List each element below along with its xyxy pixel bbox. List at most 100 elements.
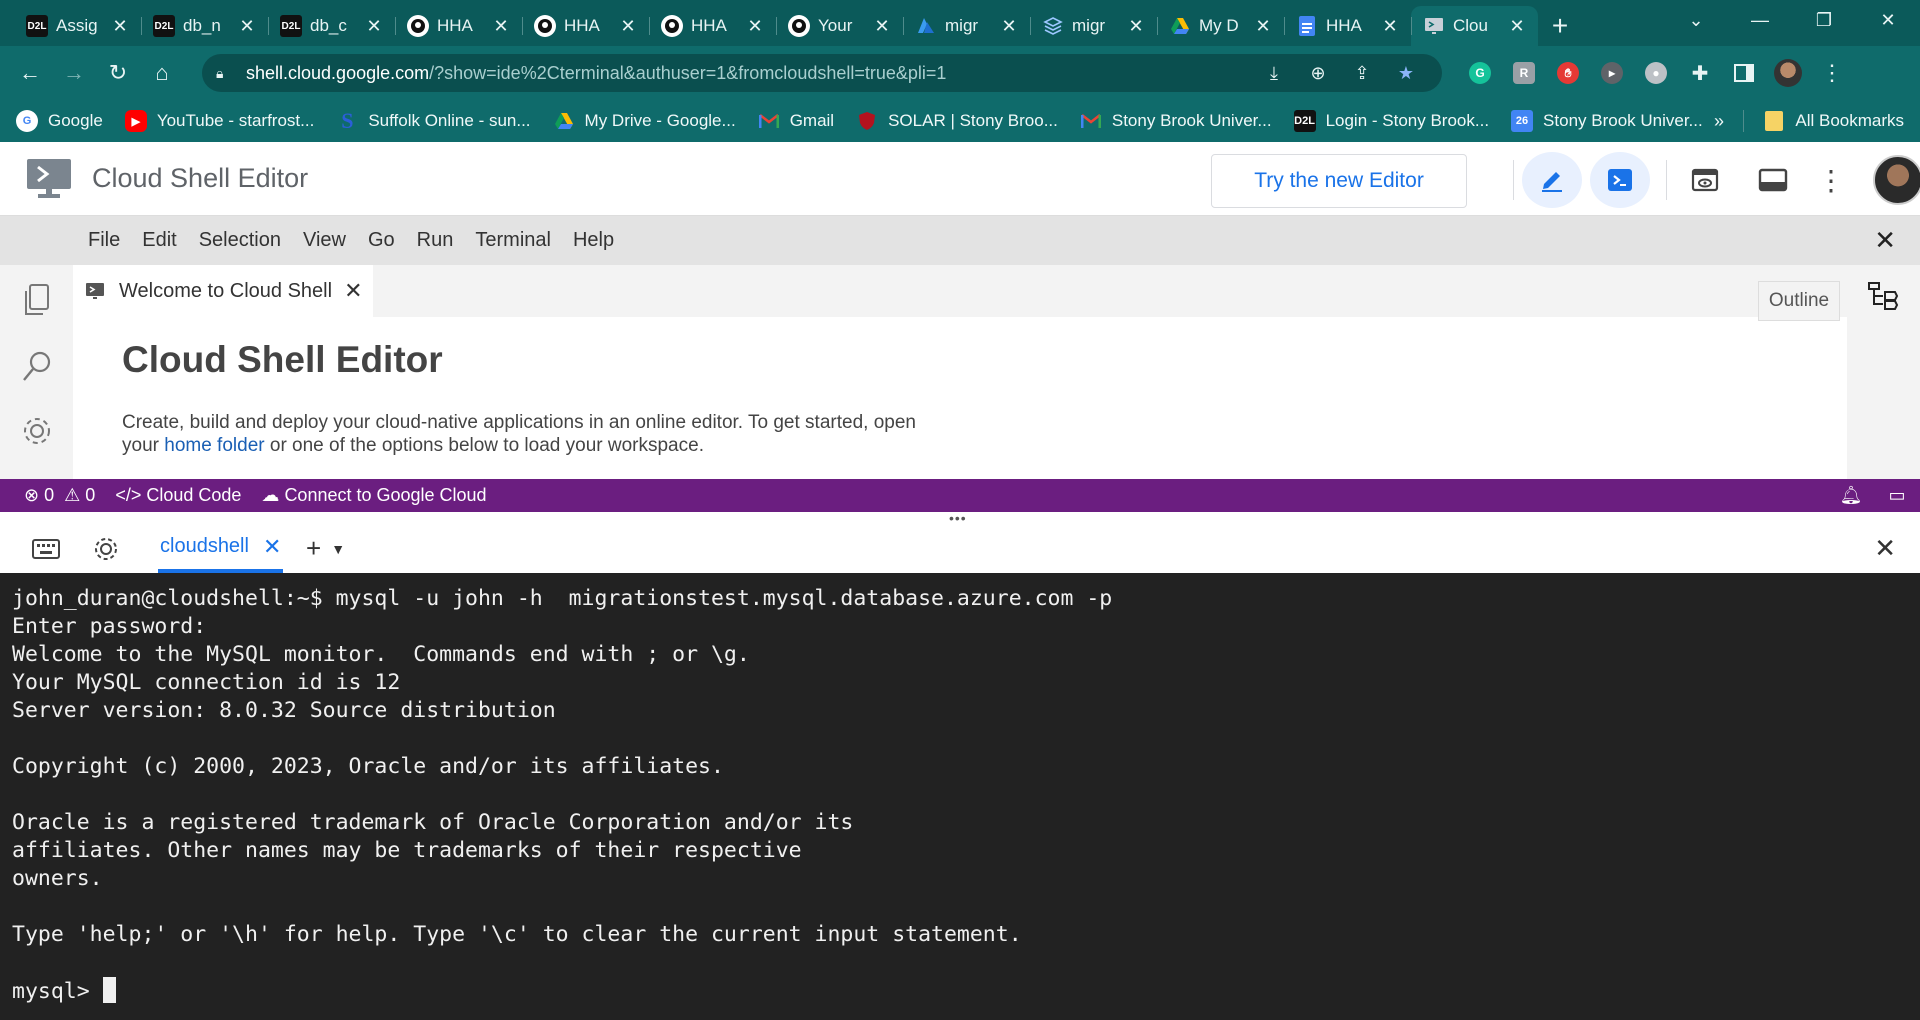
bookmark-item[interactable]: D2L Login - Stony Brook... [1293,110,1489,132]
close-tab-icon[interactable]: ✕ [746,16,764,37]
zoom-icon[interactable]: ⊕ [1296,63,1340,84]
bookmark-item[interactable]: G Google [16,110,103,132]
browser-tab[interactable]: HHA ✕ [1284,6,1411,46]
terminal-settings-gear-icon[interactable] [76,524,136,573]
terminal-output[interactable]: john_duran@cloudshell:~$ mysql -u john -… [0,573,1920,1020]
profile-avatar-icon[interactable] [1766,51,1810,95]
close-tab-icon[interactable]: ✕ [492,16,510,37]
problems-indicator[interactable]: ⊗ 0 ⚠ 0 [24,485,95,506]
browser-tab[interactable]: D2L db_c ✕ [268,6,395,46]
close-window-icon[interactable]: ✕ [1856,10,1920,31]
bookmark-item[interactable]: My Drive - Google... [553,110,736,132]
outline-icon[interactable] [1847,265,1920,327]
extension-r-icon[interactable]: R [1502,51,1546,95]
reload-icon[interactable]: ↻ [96,51,140,95]
close-tab-icon[interactable]: ✕ [344,278,362,304]
address-bar[interactable]: 🔒︎ shell.cloud.google.com/?show=ide%2Cte… [202,54,1442,92]
menu-run[interactable]: Run [417,229,454,252]
close-tab-icon[interactable]: ✕ [619,16,637,37]
open-editor-button[interactable] [1522,152,1582,208]
menu-terminal[interactable]: Terminal [475,229,551,252]
side-panel-icon[interactable] [1722,51,1766,95]
close-tab-icon[interactable]: ✕ [238,16,256,37]
menu-selection[interactable]: Selection [199,229,281,252]
close-tab-icon[interactable]: ✕ [1254,16,1272,37]
browser-tab[interactable]: migr ✕ [903,6,1030,46]
close-tab-icon[interactable]: ✕ [365,16,383,37]
browser-tab[interactable]: HHA ✕ [522,6,649,46]
forward-icon[interactable]: → [52,51,96,95]
more-options-button[interactable]: ⋮ [1811,152,1851,208]
editor-tab-label: Welcome to Cloud Shell [119,279,333,302]
browser-tab[interactable]: migr ✕ [1030,6,1157,46]
close-terminal-panel-icon[interactable]: ✕ [1874,524,1896,573]
browser-tab[interactable]: HHA ✕ [649,6,776,46]
bookmark-item[interactable]: Gmail [758,110,834,132]
browser-tab[interactable]: My D ✕ [1157,6,1284,46]
back-icon[interactable]: ← [8,51,52,95]
open-terminal-button[interactable] [1590,152,1650,208]
toggle-panel-button[interactable] [1743,152,1803,208]
settings-gear-icon[interactable] [0,399,73,463]
menu-go[interactable]: Go [368,229,395,252]
home-folder-link[interactable]: home folder [164,435,264,456]
terminal-prompt-line[interactable]: mysql> [12,977,1908,1005]
terminal-tab-cloudshell[interactable]: cloudshell ✕ [158,524,284,573]
bookmark-item[interactable]: Stony Brook Univer... [1080,110,1272,132]
bookmark-item[interactable]: 26 Stony Brook Univer... [1511,110,1703,132]
menu-file[interactable]: File [88,229,120,252]
tab-search-icon[interactable]: ⌄ [1664,10,1728,31]
browser-menu-icon[interactable]: ⋮ [1810,51,1854,95]
connect-cloud-status[interactable]: ☁ Connect to Google Cloud [261,485,486,506]
layout-icon[interactable]: ▭ [1874,485,1920,506]
grammarly-icon[interactable]: G [1458,51,1502,95]
all-bookmarks-button[interactable]: All Bookmarks [1765,111,1904,131]
cloud-code-status[interactable]: </> Cloud Code [115,485,241,506]
d2l-icon: D2L [280,15,302,37]
close-tab-icon[interactable]: ✕ [873,16,891,37]
menu-view[interactable]: View [303,229,346,252]
home-icon[interactable]: ⌂ [140,51,184,95]
bookmark-item[interactable]: S Suffolk Online - sun... [336,108,530,133]
minimize-icon[interactable]: — [1728,10,1792,31]
menu-help[interactable]: Help [573,229,614,252]
browser-tab[interactable]: HHA ✕ [395,6,522,46]
chevron-down-icon[interactable]: ▼ [331,541,345,557]
bookmark-star-icon[interactable]: ★ [1384,63,1428,84]
new-tab-button[interactable]: + [1538,6,1582,46]
web-preview-button[interactable] [1675,152,1735,208]
editor-tab-welcome[interactable]: Welcome to Cloud Shell ✕ [73,265,373,317]
close-terminal-tab-icon[interactable]: ✕ [263,534,281,560]
description-text: Create, build and deploy your cloud-nati… [122,412,916,433]
bookmark-item[interactable]: ▶ YouTube - starfrost... [124,110,314,132]
browser-tab[interactable]: Your ✕ [776,6,903,46]
browser-tab[interactable]: D2L Assig ✕ [14,6,141,46]
close-tab-icon[interactable]: ✕ [1381,16,1399,37]
try-new-editor-button[interactable]: Try the new Editor [1211,154,1467,208]
close-tab-icon[interactable]: ✕ [1000,16,1018,37]
avatar[interactable] [1873,155,1920,205]
bookmarks-overflow-button[interactable]: » [1714,111,1724,132]
stop-hand-icon[interactable]: ✋︎ [1546,51,1590,95]
close-tab-icon[interactable]: ✕ [1127,16,1145,37]
keyboard-icon[interactable] [16,524,76,573]
add-terminal-button[interactable]: + ▼ [306,524,345,573]
browser-tab-active[interactable]: Clou ✕ [1411,6,1538,46]
bell-icon[interactable]: 🔔︎ [1828,485,1874,506]
close-tab-icon[interactable]: ✕ [111,16,129,37]
puzzle-extensions-icon[interactable]: ✚ [1678,51,1722,95]
extension-pin-icon[interactable]: ● [1634,51,1678,95]
panel-resize-handle[interactable]: ••• [0,511,1920,525]
extension-gray-icon[interactable]: ▸ [1590,51,1634,95]
search-icon[interactable] [0,335,73,399]
share-icon[interactable]: ⇪ [1340,63,1384,84]
close-tab-icon[interactable]: ✕ [1508,16,1526,37]
restore-icon[interactable]: ❐ [1792,10,1856,31]
menu-edit[interactable]: Edit [142,229,176,252]
browser-tab[interactable]: D2L db_n ✕ [141,6,268,46]
install-app-icon[interactable]: ⤓ [1252,63,1296,84]
close-editor-icon[interactable]: ✕ [1874,225,1896,256]
bookmark-item[interactable]: SOLAR | Stony Broo... [856,110,1058,132]
url-text: shell.cloud.google.com/?show=ide%2Ctermi… [246,62,947,83]
explorer-icon[interactable] [0,265,73,335]
